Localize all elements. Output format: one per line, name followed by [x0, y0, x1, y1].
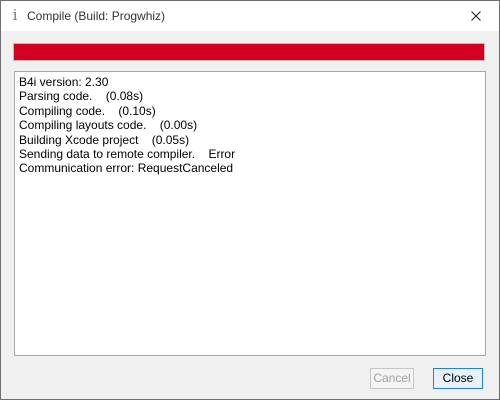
log-line: Compiling code. (0.10s) [19, 103, 156, 118]
compile-progress-bar [13, 43, 485, 61]
cancel-button[interactable]: Cancel [370, 368, 414, 389]
close-button[interactable]: Close [433, 368, 483, 389]
log-line: Sending data to remote compiler. Error [19, 147, 236, 162]
title-bar[interactable]: i Compile (Build: Progwhiz) [1, 1, 499, 31]
log-line: Parsing code. (0.08s) [19, 89, 144, 104]
close-icon [471, 11, 481, 21]
window-title: Compile (Build: Progwhiz) [27, 9, 166, 23]
compile-dialog: i Compile (Build: Progwhiz) B4i version:… [0, 0, 500, 400]
log-line: Compiling layouts code. (0.00s) [19, 118, 198, 133]
compile-log[interactable]: B4i version: 2.30 Parsing code. (0.08s) Co… [14, 71, 486, 356]
log-line: Communication error: RequestCanceled [19, 161, 234, 176]
info-icon: i [12, 6, 18, 24]
title-close-button[interactable] [453, 1, 499, 31]
log-line: B4i version: 2.30 [19, 75, 109, 89]
progress-fill [14, 44, 484, 60]
log-line: Building Xcode project (0.05s) [19, 132, 190, 147]
